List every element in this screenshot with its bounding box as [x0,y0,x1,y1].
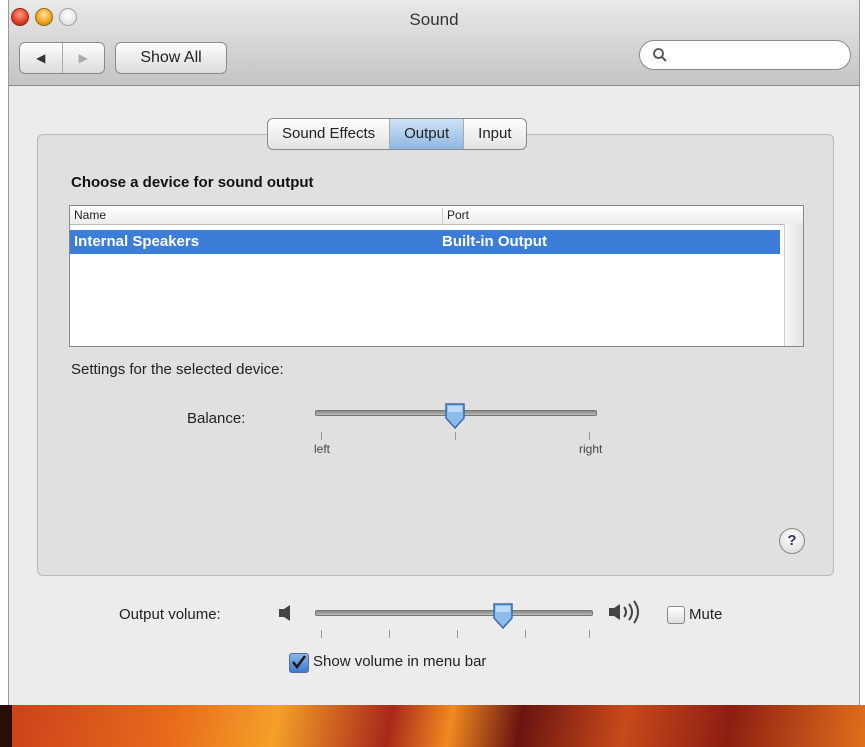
checkmark-icon [292,655,307,670]
balance-tick [589,432,590,440]
balance-tick [321,432,322,440]
back-button[interactable]: ◀ [20,43,62,73]
output-device-table[interactable]: Name Port Internal Speakers Built-in Out… [69,205,804,347]
search-icon [653,48,667,62]
output-volume-label: Output volume: [119,606,221,623]
balance-left-label: left [314,442,331,456]
back-forward-group: ◀ ▶ [19,42,105,74]
table-row[interactable]: Internal Speakers Built-in Output [70,230,780,254]
forward-button[interactable]: ▶ [61,43,105,73]
speaker-high-icon [609,600,639,624]
desktop-edge [0,705,12,747]
show-volume-checkbox[interactable] [289,653,309,673]
desktop-background [0,705,865,747]
balance-right-label: right [579,442,603,456]
table-scrollbar[interactable] [784,224,803,346]
device-port: Built-in Output [442,233,547,250]
volume-tick [525,630,526,638]
back-arrow-icon: ◀ [36,51,46,65]
tab-bar: Sound Effects Output Input [267,118,527,150]
mute-checkbox[interactable] [667,606,685,624]
tab-input[interactable]: Input [463,119,525,149]
table-header: Name Port [70,206,803,225]
volume-tick [589,630,590,638]
device-settings-label: Settings for the selected device: [71,361,284,378]
tab-sound-effects[interactable]: Sound Effects [268,119,389,149]
output-volume-slider-thumb[interactable] [491,602,515,630]
speaker-low-icon [279,605,290,621]
column-header-name[interactable]: Name [74,208,106,222]
help-button[interactable]: ? [779,528,805,554]
output-volume-slider-track[interactable] [315,610,593,616]
volume-tick [389,630,390,638]
column-header-port[interactable]: Port [442,208,469,224]
balance-tick [455,432,456,440]
title-bar: Sound ◀ ▶ Show All [9,0,859,86]
tab-output[interactable]: Output [389,119,464,149]
show-volume-label: Show volume in menu bar [313,653,487,670]
balance-label: Balance: [187,410,246,427]
mute-label: Mute [689,606,723,623]
output-device-heading: Choose a device for sound output [71,174,314,191]
sound-preferences-window: Sound ◀ ▶ Show All Sound Effects Output … [8,0,860,705]
show-all-button[interactable]: Show All [115,42,227,74]
window-title: Sound [409,10,459,29]
tab-panel [37,134,834,576]
device-name: Internal Speakers [74,233,200,250]
volume-tick [457,630,458,638]
balance-slider-thumb[interactable] [443,402,467,430]
search-field[interactable] [639,40,851,70]
forward-arrow-icon: ▶ [78,51,88,65]
volume-tick [321,630,322,638]
